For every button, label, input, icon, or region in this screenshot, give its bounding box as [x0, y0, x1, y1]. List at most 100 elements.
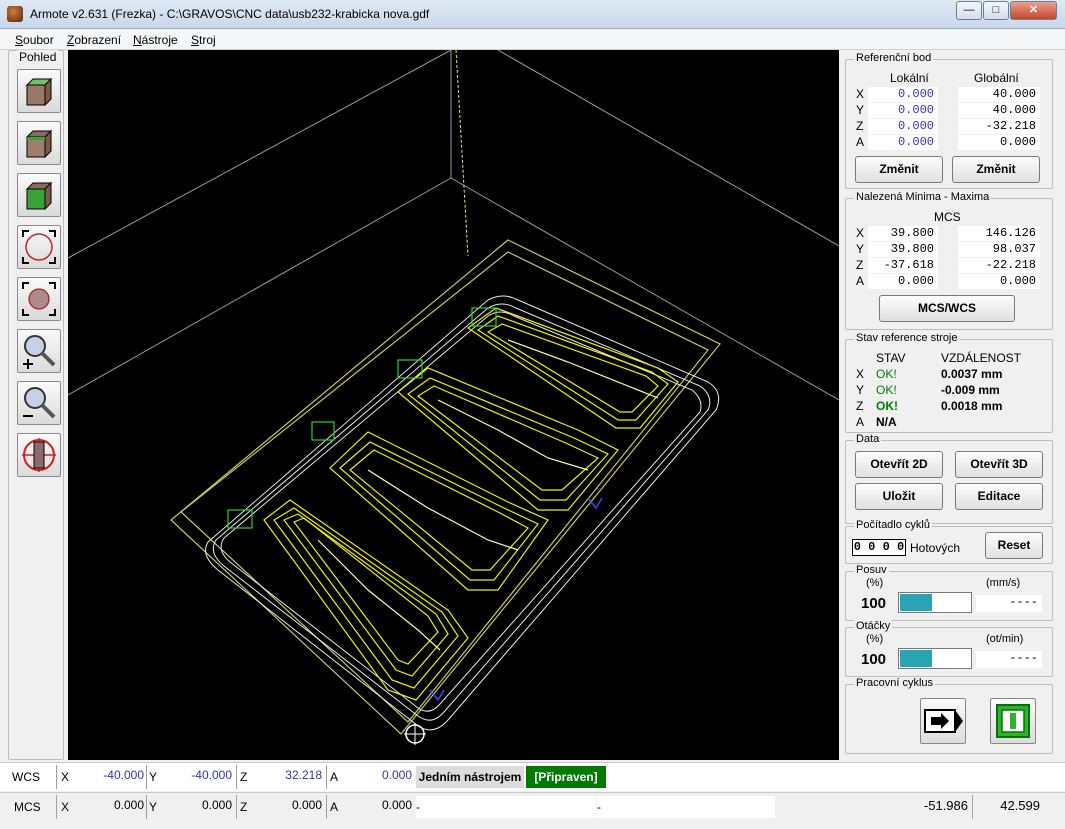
cycle-count: 0 0 0 0 — [852, 539, 906, 556]
edit-button[interactable]: Editace — [955, 483, 1043, 510]
work-cycle-group: Pracovní cyklus — [845, 677, 1053, 754]
view-front-button[interactable] — [17, 69, 61, 113]
stock-outline — [170, 239, 721, 735]
wcs-axis-z: Z — [240, 770, 248, 784]
pocket-4 — [466, 307, 679, 429]
mcs-wcs-button[interactable]: MCS/WCS — [879, 295, 1015, 322]
maximize-button[interactable]: □ — [983, 1, 1009, 20]
outer-contour — [205, 295, 720, 731]
change-global-button[interactable]: Změnit — [952, 156, 1040, 183]
spindle-bar-fill — [900, 650, 933, 667]
wcs-x: -40.000 — [103, 768, 144, 782]
ref-axis-z: Z — [856, 119, 864, 133]
ref-local-z: 0.000 — [868, 119, 938, 134]
zoom-in-button[interactable] — [17, 329, 61, 373]
spindle-rate: ---- — [976, 651, 1042, 668]
spindle-value: 100 — [861, 651, 887, 668]
close-button[interactable]: ✕ — [1010, 1, 1057, 20]
ref-local-a: 0.000 — [868, 135, 938, 150]
mcs-axis-x: X — [61, 800, 70, 814]
separator — [146, 795, 147, 819]
cycle-start-button[interactable] — [990, 698, 1036, 744]
state-header: STAV — [876, 351, 906, 365]
mcs-axis-y: Y — [149, 800, 158, 814]
mcs-field-2: - — [597, 796, 775, 818]
feed-rate: ---- — [976, 595, 1042, 612]
spindle-unit-rate: (ot/min) — [986, 633, 1024, 645]
step-button[interactable] — [920, 698, 966, 744]
menu-nastroje[interactable]: Nástroje — [133, 33, 178, 47]
separator — [56, 795, 57, 819]
workspace-box — [67, 49, 840, 401]
ref-point-group: Referenční bod Lokální Globální X 0.000 … — [845, 52, 1053, 189]
menu-soubor[interactable]: Soubor — [15, 33, 54, 47]
target-button[interactable] — [17, 433, 61, 477]
separator — [326, 765, 327, 789]
machine-ref-label: Stav reference stroje — [854, 332, 960, 344]
pocket-2 — [329, 431, 549, 591]
cube-top-icon — [25, 129, 53, 159]
separator — [236, 765, 237, 789]
cube-side-icon — [25, 181, 53, 211]
feed-unit-rate: (mm/s) — [986, 577, 1021, 589]
mm-min-z: -37.618 — [868, 258, 938, 273]
mr-axis-a: A — [856, 415, 865, 429]
zoom-out-icon — [23, 387, 56, 419]
reset-button[interactable]: Reset — [985, 532, 1043, 559]
minmax-group: Nalezená Minima - Maxima MCS X 39.800 14… — [845, 191, 1053, 330]
menu-stroj[interactable]: Stroj — [191, 33, 216, 47]
machine-state: [Připraven] — [526, 766, 606, 788]
feed-label: Posuv — [854, 564, 889, 576]
tool-approach-line — [455, 49, 469, 257]
app-icon — [7, 6, 23, 22]
ref-global-y: 40.000 — [958, 103, 1040, 118]
local-header: Lokální — [890, 71, 929, 85]
feed-value: 100 — [861, 595, 887, 612]
ref-global-z: -32.218 — [958, 119, 1040, 134]
blue-markers — [429, 497, 603, 702]
mm-max-a: 0.000 — [958, 274, 1040, 289]
minimize-button[interactable]: — — [956, 1, 982, 20]
separator — [236, 795, 237, 819]
wcs-axis-x: X — [61, 770, 70, 784]
target-icon — [22, 438, 56, 472]
view-side-button[interactable] — [17, 173, 61, 217]
separator — [56, 765, 57, 789]
mm-min-y: 39.800 — [868, 242, 938, 257]
open-2d-button[interactable]: Otevřít 2D — [855, 451, 943, 478]
zoom-out-button[interactable] — [17, 381, 61, 425]
mm-min-a: 0.000 — [868, 274, 938, 289]
cube-front-icon — [25, 77, 53, 107]
zoom-fit-button[interactable] — [17, 225, 61, 269]
zoom-fit-icon — [22, 230, 56, 264]
mcs-axis-z: Z — [240, 800, 248, 814]
window-title: Armote v2.631 (Frezka) - C:\GRAVOS\CNC d… — [30, 7, 430, 21]
ref-local-y: 0.000 — [868, 103, 938, 118]
feed-bar-fill — [900, 594, 933, 611]
feed-group: Posuv (%) (mm/s) 100 ---- — [845, 564, 1053, 621]
spindle-group: Otáčky (%) (ot/min) 100 ---- — [845, 620, 1053, 677]
mm-axis-x: X — [856, 226, 865, 240]
spindle-bar[interactable] — [898, 648, 972, 669]
viewport-3d[interactable] — [67, 49, 840, 760]
zoom-window-button[interactable] — [17, 277, 61, 321]
zoom-in-icon — [23, 335, 56, 369]
mr-axis-x: X — [856, 367, 865, 381]
save-button[interactable]: Uložit — [855, 483, 943, 510]
right-panel: Referenční bod Lokální Globální X 0.000 … — [842, 50, 1065, 760]
tool-mode: Jedním nástrojem — [416, 766, 524, 788]
wcs-z: 32.218 — [285, 768, 322, 782]
change-local-button[interactable]: Změnit — [855, 156, 943, 183]
mcs-z: 0.000 — [291, 798, 322, 812]
spindle-label: Otáčky — [854, 620, 893, 632]
wcs-axis-y: Y — [149, 770, 158, 784]
open-3d-button[interactable]: Otevřít 3D — [955, 451, 1043, 478]
view-top-button[interactable] — [17, 121, 61, 165]
mr-axis-z: Z — [856, 399, 864, 413]
work-cycle-label: Pracovní cyklus — [854, 677, 936, 689]
mm-max-z: -22.218 — [958, 258, 1040, 273]
wcs-label: WCS — [12, 770, 40, 784]
feed-bar[interactable] — [898, 592, 972, 613]
menu-zobrazeni[interactable]: Zobrazení — [67, 33, 121, 47]
mcs-y: 0.000 — [201, 798, 232, 812]
